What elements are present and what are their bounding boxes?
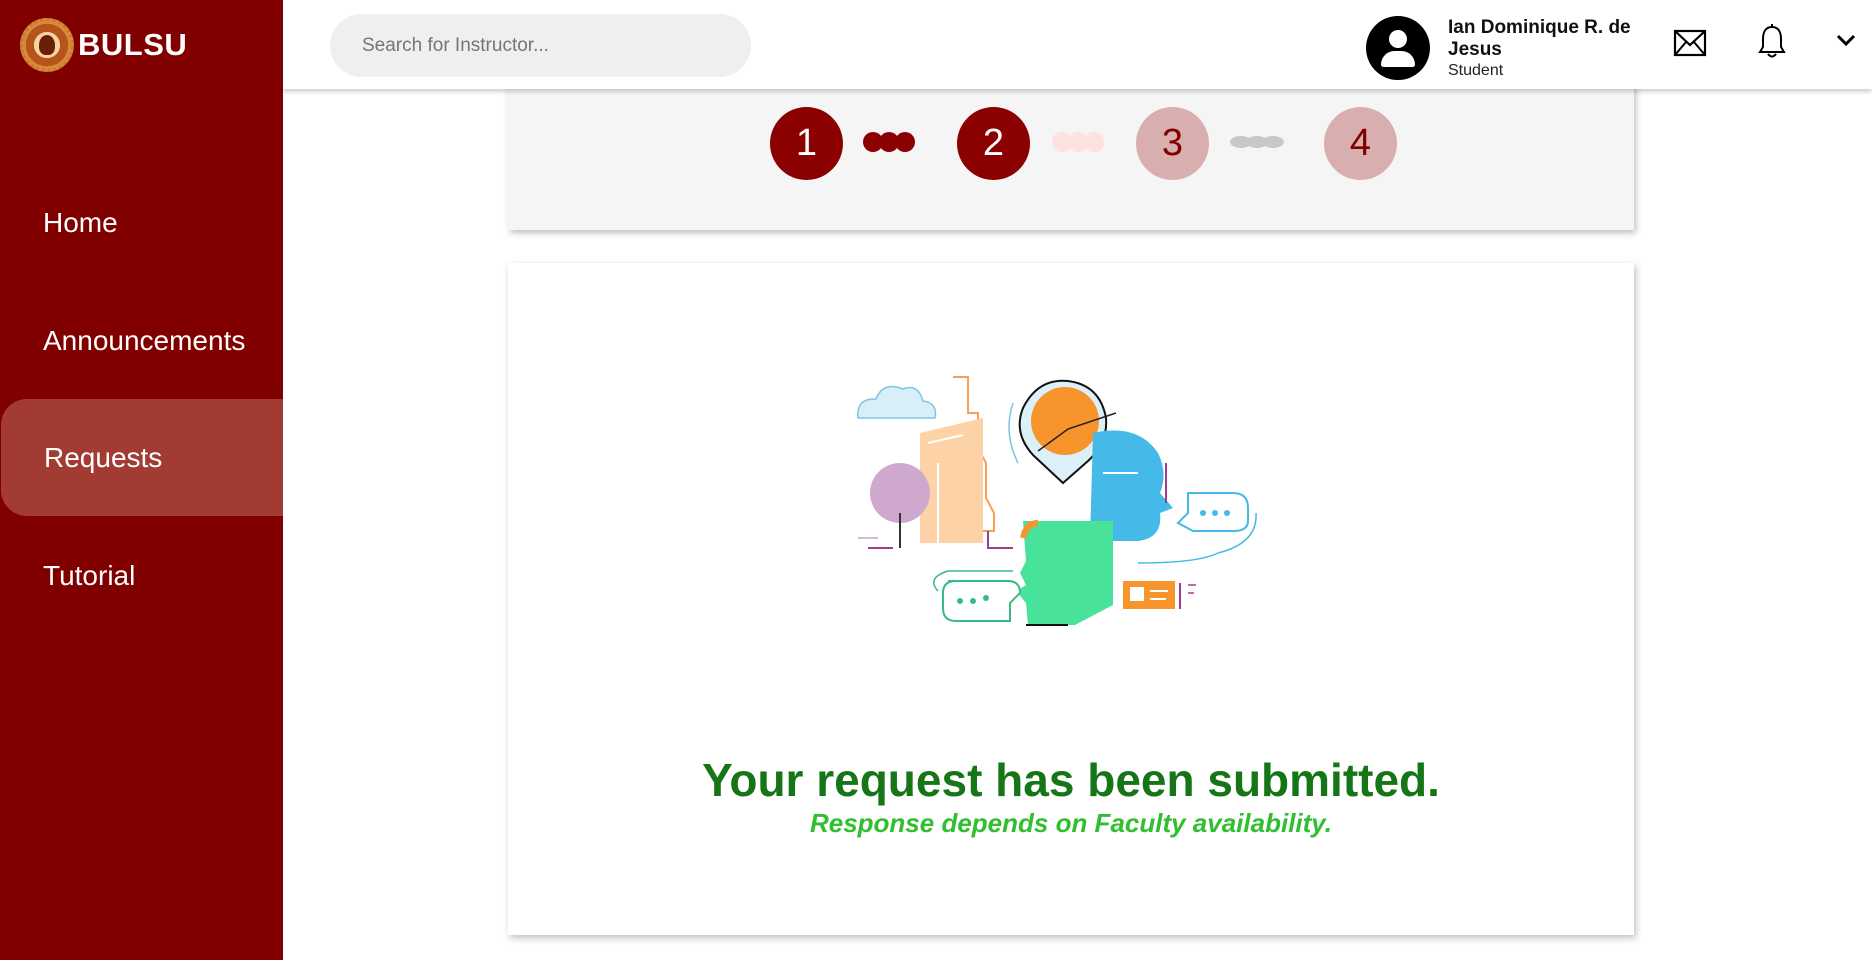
step-4: 4 <box>1324 107 1397 180</box>
sidebar-item-announcements[interactable]: Announcements <box>0 282 283 399</box>
sidebar-item-label: Announcements <box>43 324 246 356</box>
sidebar-item-home[interactable]: Home <box>0 164 283 281</box>
user-role: Student <box>1448 62 1504 79</box>
avatar[interactable] <box>1366 16 1430 80</box>
step-connector <box>1230 132 1286 152</box>
chevron-down-icon[interactable] <box>1835 32 1857 48</box>
communication-illustration <box>857 376 1257 626</box>
confirmation-title: Your request has been submitted. <box>702 754 1440 806</box>
brand[interactable]: BULSU <box>20 18 187 72</box>
bell-icon[interactable] <box>1757 24 1787 60</box>
sidebar-item-tutorial[interactable]: Tutorial <box>0 517 283 634</box>
sidebar-item-requests[interactable]: Requests <box>1 399 283 516</box>
sidebar-item-label: Requests <box>44 441 163 473</box>
sidebar: BULSU Home Announcements Requests Tutori… <box>0 0 283 960</box>
brand-name: BULSU <box>78 27 188 62</box>
user-name: Ian Dominique R. de Jesus <box>1448 17 1631 60</box>
step-3: 3 <box>1136 107 1209 180</box>
mail-icon[interactable] <box>1673 28 1707 58</box>
sidebar-item-label: Home <box>43 206 118 238</box>
confirmation-card: Your request has been submitted. Respons… <box>508 263 1634 935</box>
sidebar-item-label: Tutorial <box>43 559 136 591</box>
step-2: 2 <box>957 107 1030 180</box>
step-connector <box>1052 132 1108 152</box>
top-bar: Ian Dominique R. de Jesus Student <box>283 0 1872 89</box>
confirmation-subtitle: Response depends on Faculty availability… <box>809 808 1333 838</box>
step-1: 1 <box>770 107 843 180</box>
search-input[interactable] <box>330 14 751 77</box>
bulsu-seal-icon <box>20 18 74 72</box>
step-connector <box>863 132 919 152</box>
